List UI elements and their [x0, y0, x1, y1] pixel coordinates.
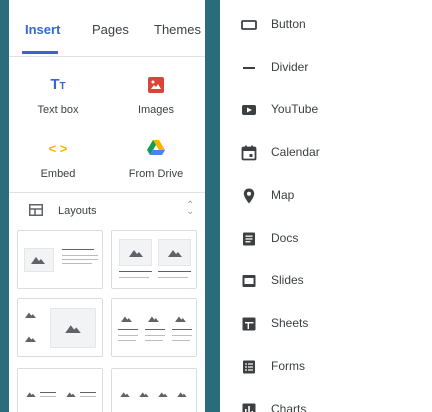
- components-list: Button Divider YouTube Calendar Map Docs…: [220, 0, 432, 412]
- image-placeholder-icon: [25, 336, 36, 342]
- image-placeholder-icon: [121, 316, 132, 322]
- image-placeholder-icon: [148, 316, 159, 322]
- tab-themes[interactable]: Themes: [154, 22, 201, 37]
- component-sheets[interactable]: Sheets: [220, 304, 432, 344]
- insert-item-label: Text box: [37, 104, 79, 116]
- layouts-label: Layouts: [58, 205, 97, 217]
- insert-images[interactable]: Images: [107, 64, 205, 128]
- tab-insert[interactable]: Insert: [25, 22, 60, 37]
- collapse-chevron-icon[interactable]: ⌃ ⌄: [186, 201, 194, 217]
- image-placeholder-icon: [120, 392, 130, 397]
- sheets-icon: [242, 317, 256, 331]
- component-label: Map: [271, 188, 295, 202]
- layout-thumbnail[interactable]: [111, 298, 197, 357]
- image-placeholder-icon: [66, 392, 76, 397]
- insert-embed[interactable]: < > Embed: [9, 128, 107, 192]
- image-placeholder-icon: [26, 392, 36, 397]
- docs-icon: [243, 232, 255, 246]
- active-tab-indicator: [22, 51, 58, 54]
- component-docs[interactable]: Docs: [220, 219, 432, 259]
- component-charts[interactable]: Charts: [220, 390, 432, 412]
- map-pin-icon: [243, 188, 255, 204]
- layout-thumbnail[interactable]: [111, 368, 197, 412]
- image-placeholder-icon: [177, 392, 187, 397]
- image-placeholder-icon: [31, 257, 45, 264]
- slides-icon: [242, 275, 256, 287]
- image-placeholder-icon: [168, 250, 182, 257]
- component-label: YouTube: [271, 102, 319, 116]
- component-button[interactable]: Button: [220, 5, 432, 45]
- image-placeholder-icon: [158, 392, 168, 397]
- embed-code-icon: < >: [48, 141, 68, 156]
- image-placeholder-icon: [129, 250, 143, 257]
- panel-tabs: Insert Pages Themes: [9, 0, 205, 56]
- insert-item-label: Images: [137, 104, 175, 116]
- youtube-icon: [242, 105, 256, 115]
- tabs-divider: [9, 56, 205, 57]
- component-divider[interactable]: Divider: [220, 48, 432, 88]
- image-placeholder-icon: [25, 312, 36, 318]
- component-youtube[interactable]: YouTube: [220, 90, 432, 130]
- component-label: Calendar: [271, 145, 320, 159]
- layout-thumbnail[interactable]: [111, 230, 197, 289]
- component-label: Charts: [271, 402, 307, 412]
- section-divider: [9, 192, 205, 193]
- divider-icon: [243, 67, 255, 69]
- tab-pages[interactable]: Pages: [92, 22, 129, 37]
- component-label: Button: [271, 17, 306, 31]
- insert-text-box[interactable]: TT Text box: [9, 64, 107, 128]
- component-label: Slides: [271, 273, 304, 287]
- layout-thumbnail[interactable]: [17, 368, 103, 412]
- charts-icon: [242, 403, 256, 412]
- insert-item-label: Embed: [40, 168, 76, 180]
- insert-from-drive[interactable]: From Drive: [107, 128, 205, 192]
- layout-thumbnail[interactable]: [17, 230, 103, 289]
- component-label: Divider: [271, 60, 309, 74]
- forms-icon: [243, 360, 255, 374]
- component-map[interactable]: Map: [220, 176, 432, 216]
- component-slides[interactable]: Slides: [220, 261, 432, 301]
- text-box-icon: TT: [50, 76, 66, 93]
- component-label: Forms: [271, 359, 305, 373]
- insert-item-label: From Drive: [128, 168, 184, 180]
- image-placeholder-icon: [175, 316, 186, 322]
- component-forms[interactable]: Forms: [220, 347, 432, 387]
- button-icon: [241, 20, 257, 30]
- image-icon: [148, 77, 164, 93]
- image-placeholder-icon: [139, 392, 149, 397]
- google-drive-icon: [147, 140, 165, 155]
- image-placeholder-icon: [65, 325, 81, 333]
- component-calendar[interactable]: Calendar: [220, 133, 432, 173]
- calendar-icon: [241, 145, 257, 161]
- component-label: Sheets: [271, 316, 309, 330]
- layouts-icon: [29, 204, 43, 216]
- insert-panel: Insert Pages Themes TT Text box Images <…: [9, 0, 205, 412]
- component-label: Docs: [271, 231, 299, 245]
- layout-thumbnail[interactable]: [17, 298, 103, 357]
